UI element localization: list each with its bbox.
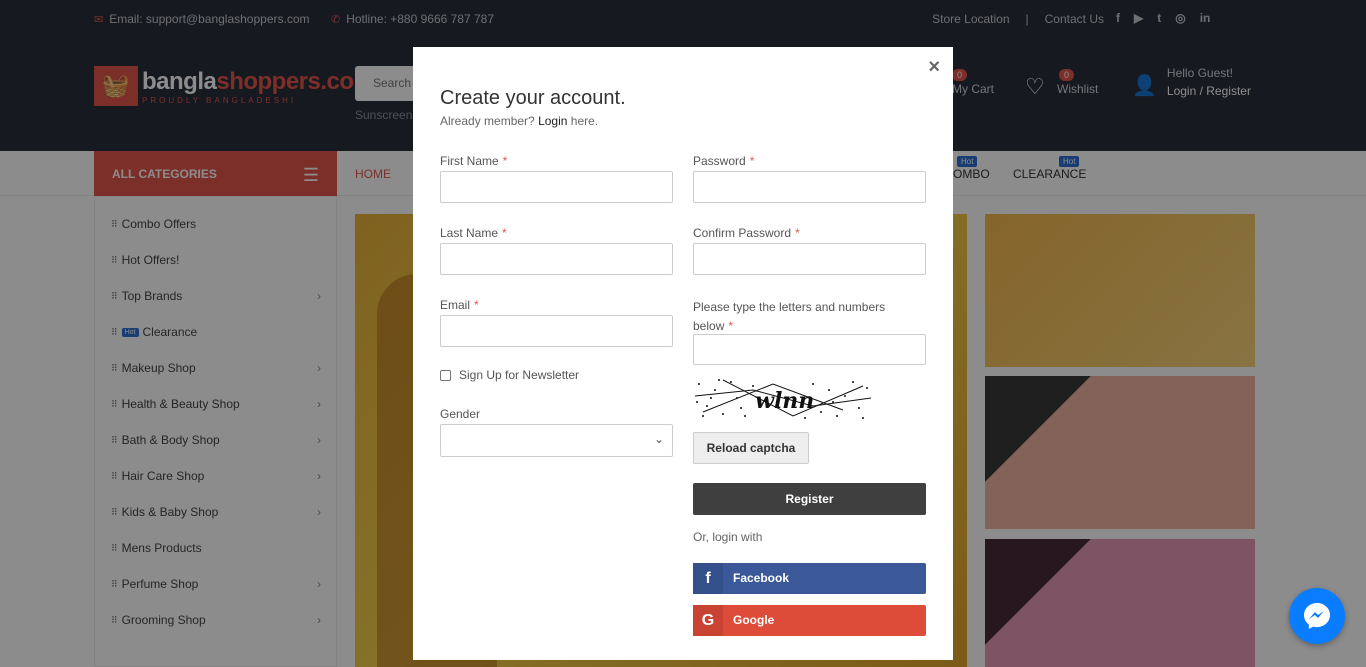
last-name-label-text: Last Name — [440, 226, 499, 240]
google-login-button[interactable]: G Google — [693, 605, 926, 636]
first-name-label-text: First Name — [440, 154, 499, 168]
captcha-label-line1: Please type the letters and numbers — [693, 300, 886, 314]
chevron-down-icon: ⌄ — [653, 432, 664, 446]
last-name-input[interactable] — [440, 243, 673, 275]
email-label-text: Email — [440, 298, 471, 312]
confirm-password-input[interactable] — [693, 243, 926, 275]
first-name-label: First Name * — [440, 154, 507, 168]
reload-captcha-button[interactable]: Reload captcha — [693, 432, 809, 464]
password-label: Password * — [693, 154, 754, 168]
required-mark: * — [749, 154, 755, 168]
google-label: Google — [733, 613, 775, 627]
captcha-image: wlnn — [694, 379, 872, 419]
here-text: here. — [570, 114, 599, 128]
login-link[interactable]: Login — [538, 114, 567, 128]
facebook-icon: f — [693, 563, 723, 594]
register-modal: × Create your account. Already member? L… — [413, 47, 953, 660]
required-mark: * — [795, 226, 800, 240]
register-button[interactable]: Register — [693, 483, 926, 515]
required-mark: * — [502, 226, 507, 240]
facebook-label: Facebook — [733, 571, 790, 585]
confirm-password-label: Confirm Password * — [693, 226, 800, 240]
email-label: Email * — [440, 298, 479, 312]
already-member-text: Already member? Login here. — [440, 114, 598, 128]
captcha-text: wlnn — [755, 388, 814, 414]
messenger-chat-button[interactable] — [1289, 588, 1345, 644]
required-mark: * — [474, 298, 479, 312]
password-input[interactable] — [693, 171, 926, 203]
or-login-with-text: Or, login with — [693, 530, 763, 544]
newsletter-checkbox[interactable] — [440, 369, 451, 381]
already-member-label: Already member? — [440, 114, 535, 128]
confirm-password-label-text: Confirm Password — [693, 226, 792, 240]
required-mark: * — [502, 154, 508, 168]
modal-title: Create your account. — [440, 87, 626, 109]
gender-label: Gender — [440, 407, 481, 421]
google-icon: G — [693, 605, 723, 636]
facebook-login-button[interactable]: f Facebook — [693, 563, 926, 594]
password-label-text: Password — [693, 154, 746, 168]
first-name-input[interactable] — [440, 171, 673, 203]
captcha-input[interactable] — [693, 334, 926, 365]
newsletter-checkbox-row[interactable]: Sign Up for Newsletter — [440, 368, 579, 382]
required-mark: * — [728, 319, 734, 333]
messenger-icon — [1304, 603, 1330, 629]
last-name-label: Last Name * — [440, 226, 507, 240]
captcha-label-line2: below — [693, 319, 725, 333]
captcha-label: Please type the letters and numbers belo… — [693, 298, 885, 336]
close-icon[interactable]: × — [928, 56, 940, 79]
email-input[interactable] — [440, 315, 673, 347]
gender-select[interactable]: ⌄ — [440, 424, 673, 457]
newsletter-label: Sign Up for Newsletter — [459, 368, 580, 382]
